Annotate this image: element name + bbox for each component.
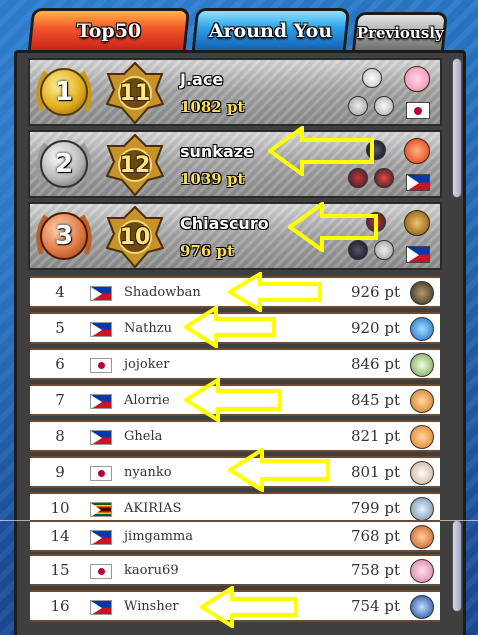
- row-rank: 16: [50, 597, 70, 615]
- level-emblem-icon: 12: [106, 134, 164, 196]
- row-rank: 4: [55, 283, 65, 301]
- row-points: 768 pt: [350, 527, 400, 545]
- level-number: 12: [119, 152, 151, 178]
- row-rank: 15: [50, 561, 70, 579]
- row-points: 845 pt: [350, 391, 400, 409]
- podium-rank: 3: [54, 221, 74, 251]
- ice-orb-avatar-icon: [410, 497, 434, 521]
- robot-unit-icon: [374, 168, 394, 188]
- leaderboard-row[interactable]: 6 jojoker 846 pt: [30, 348, 440, 380]
- annotation-arrow: [288, 202, 378, 252]
- white-crystal-icon: [362, 68, 382, 88]
- row-rank: 14: [50, 527, 70, 545]
- row-player-name: Ghela: [124, 428, 163, 444]
- player-points: 1039 pt: [180, 170, 245, 188]
- podium-row-third[interactable]: 3 10 Chiascuro 976 pt: [28, 202, 442, 270]
- philippines-flag-icon: [90, 394, 112, 409]
- player-name: Chiascuro: [180, 214, 269, 233]
- philippines-flag-icon: [90, 286, 112, 301]
- row-rank: 7: [55, 391, 65, 409]
- row-points: 801 pt: [350, 463, 400, 481]
- philippines-flag-icon: [406, 246, 430, 263]
- row-points: 846 pt: [350, 355, 400, 373]
- level-emblem-icon: 11: [106, 62, 164, 124]
- pink-flower-avatar-icon: [410, 559, 434, 583]
- cat-avatar-icon: [410, 461, 434, 485]
- tab-previously[interactable]: Previously: [352, 12, 448, 50]
- silver-medal-icon: 2: [40, 140, 88, 188]
- podium-row-first[interactable]: 1 11 J.ace 1082 pt: [28, 58, 442, 126]
- player-name: J.ace: [180, 70, 224, 89]
- annotation-arrow: [200, 586, 298, 628]
- row-player-name: jimgamma: [124, 528, 193, 544]
- philippines-flag-icon: [406, 174, 430, 191]
- japan-flag-icon: [406, 102, 430, 119]
- annotation-arrow: [268, 126, 374, 176]
- podium-rank: 2: [54, 149, 74, 179]
- row-points: 926 pt: [350, 283, 400, 301]
- silver-gem-icon: [348, 96, 368, 116]
- annotation-arrow: [228, 448, 330, 492]
- tab-top50[interactable]: Top50: [27, 8, 191, 50]
- row-player-name: Nathzu: [124, 320, 172, 336]
- leaderboard-row[interactable]: 14 jimgamma 768 pt: [30, 520, 440, 552]
- row-player-name: AKIRIAS: [124, 500, 182, 516]
- pink-flower-avatar-icon: [404, 66, 430, 92]
- zimbabwe-flag-icon: [90, 502, 112, 517]
- row-rank: 5: [55, 319, 65, 337]
- row-rank: 9: [55, 463, 65, 481]
- dark-bird-avatar-icon: [410, 281, 434, 305]
- level-number: 10: [119, 224, 151, 250]
- philippines-flag-icon: [90, 430, 112, 445]
- level-number: 11: [119, 80, 151, 106]
- row-player-name: jojoker: [124, 356, 170, 372]
- annotation-arrow: [184, 306, 276, 348]
- red-orb-avatar-icon: [404, 138, 430, 164]
- scrollbar-thumb[interactable]: [452, 58, 462, 198]
- row-rank: 10: [50, 499, 70, 517]
- tab-around-you-label: Around You: [209, 19, 333, 42]
- row-points: 754 pt: [350, 597, 400, 615]
- tiger-avatar-icon: [410, 389, 434, 413]
- blue-globe-avatar-icon: [410, 317, 434, 341]
- level-emblem-icon: 10: [106, 206, 164, 268]
- tab-around-you[interactable]: Around You: [191, 8, 351, 50]
- tab-previously-label: Previously: [356, 23, 444, 42]
- row-points: 799 pt: [350, 499, 400, 517]
- leaderboard-row[interactable]: 15 kaoru69 758 pt: [30, 554, 440, 586]
- player-name: sunkaze: [180, 142, 254, 161]
- row-rank: 6: [55, 355, 65, 373]
- gold-medal-icon: 1: [40, 68, 88, 116]
- row-player-name: Winsher: [124, 598, 179, 614]
- podium-row-second[interactable]: 2 12 sunkaze 1039 pt: [28, 130, 442, 198]
- podium-rank: 1: [54, 77, 74, 107]
- row-points: 920 pt: [350, 319, 400, 337]
- silver-gem-icon: [374, 96, 394, 116]
- annotation-arrow: [184, 378, 282, 422]
- scrollbar-thumb-lower[interactable]: [452, 520, 462, 612]
- row-player-name: kaoru69: [124, 562, 179, 578]
- row-player-name: Alorrie: [124, 392, 170, 408]
- japan-flag-icon: [90, 564, 112, 579]
- tiger-avatar-icon: [410, 425, 434, 449]
- philippines-flag-icon: [90, 600, 112, 615]
- green-leaf-avatar-icon: [410, 353, 434, 377]
- row-points: 821 pt: [350, 427, 400, 445]
- row-player-name: Shadowban: [124, 284, 201, 300]
- bronze-medal-icon: 3: [40, 212, 88, 260]
- japan-flag-icon: [90, 358, 112, 373]
- row-rank: 8: [55, 427, 65, 445]
- row-points: 758 pt: [350, 561, 400, 579]
- blue-hero-avatar-icon: [410, 595, 434, 619]
- philippines-flag-icon: [90, 322, 112, 337]
- golden-beast-avatar-icon: [404, 210, 430, 236]
- row-player-name: nyanko: [124, 464, 172, 480]
- player-points: 1082 pt: [180, 98, 245, 116]
- fox-avatar-icon: [410, 525, 434, 549]
- player-points: 976 pt: [180, 242, 234, 260]
- philippines-flag-icon: [90, 530, 112, 545]
- japan-flag-icon: [90, 466, 112, 481]
- tab-top50-label: Top50: [76, 19, 142, 42]
